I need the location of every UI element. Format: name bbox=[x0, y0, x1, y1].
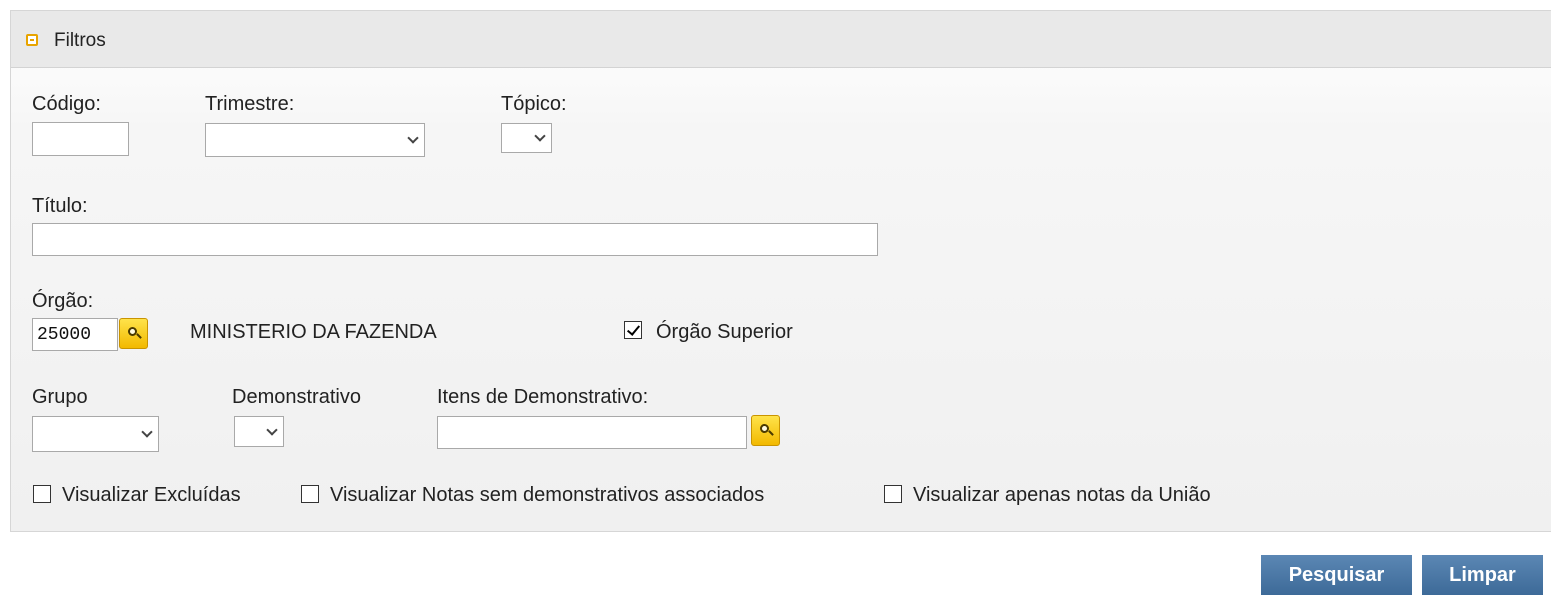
grupo-label: Grupo bbox=[32, 386, 88, 408]
chevron-down-icon bbox=[266, 423, 278, 436]
limpar-button[interactable]: Limpar bbox=[1422, 555, 1543, 595]
visualizar-excluidas-label[interactable]: Visualizar Excluídas bbox=[62, 484, 241, 507]
chevron-down-icon bbox=[141, 426, 153, 438]
itens-input[interactable] bbox=[437, 416, 747, 449]
titulo-input[interactable] bbox=[32, 223, 878, 256]
filters-title: Filtros bbox=[54, 30, 106, 51]
pesquisar-button[interactable]: Pesquisar bbox=[1261, 555, 1412, 595]
visualizar-apenas-uniao-checkbox[interactable] bbox=[884, 485, 902, 503]
visualizar-apenas-uniao-label[interactable]: Visualizar apenas notas da União bbox=[913, 484, 1211, 507]
demonstrativo-select[interactable] bbox=[234, 416, 284, 447]
visualizar-excluidas-checkbox[interactable] bbox=[33, 485, 51, 503]
topico-label: Tópico: bbox=[501, 93, 567, 115]
topico-select[interactable] bbox=[501, 123, 552, 153]
orgao-code-input[interactable] bbox=[32, 318, 118, 351]
orgao-lookup-button[interactable] bbox=[119, 318, 148, 349]
visualizar-notas-sem-demonstrativos-checkbox[interactable] bbox=[301, 485, 319, 503]
chevron-down-icon bbox=[534, 130, 546, 142]
itens-lookup-button[interactable] bbox=[751, 415, 780, 446]
codigo-label: Código: bbox=[32, 93, 101, 115]
grupo-select[interactable] bbox=[32, 416, 159, 452]
orgao-label: Órgão: bbox=[32, 290, 94, 312]
titulo-label: Título: bbox=[32, 195, 88, 217]
itens-label: Itens de Demonstrativo: bbox=[437, 386, 649, 408]
collapse-icon[interactable] bbox=[26, 34, 38, 46]
trimestre-label: Trimestre: bbox=[205, 93, 295, 115]
demonstrativo-label: Demonstrativo bbox=[232, 386, 361, 408]
orgao-superior-checkbox[interactable] bbox=[624, 321, 642, 339]
filters-header[interactable]: Filtros bbox=[11, 11, 1551, 68]
orgao-name: MINISTERIO DA FAZENDA bbox=[190, 321, 437, 343]
trimestre-select[interactable] bbox=[205, 123, 425, 157]
visualizar-notas-sem-demonstrativos-label[interactable]: Visualizar Notas sem demonstrativos asso… bbox=[330, 484, 764, 507]
filters-panel: Filtros bbox=[10, 10, 1551, 532]
orgao-superior-label[interactable]: Órgão Superior bbox=[656, 321, 793, 344]
codigo-input[interactable] bbox=[32, 122, 129, 156]
chevron-down-icon bbox=[407, 132, 419, 144]
